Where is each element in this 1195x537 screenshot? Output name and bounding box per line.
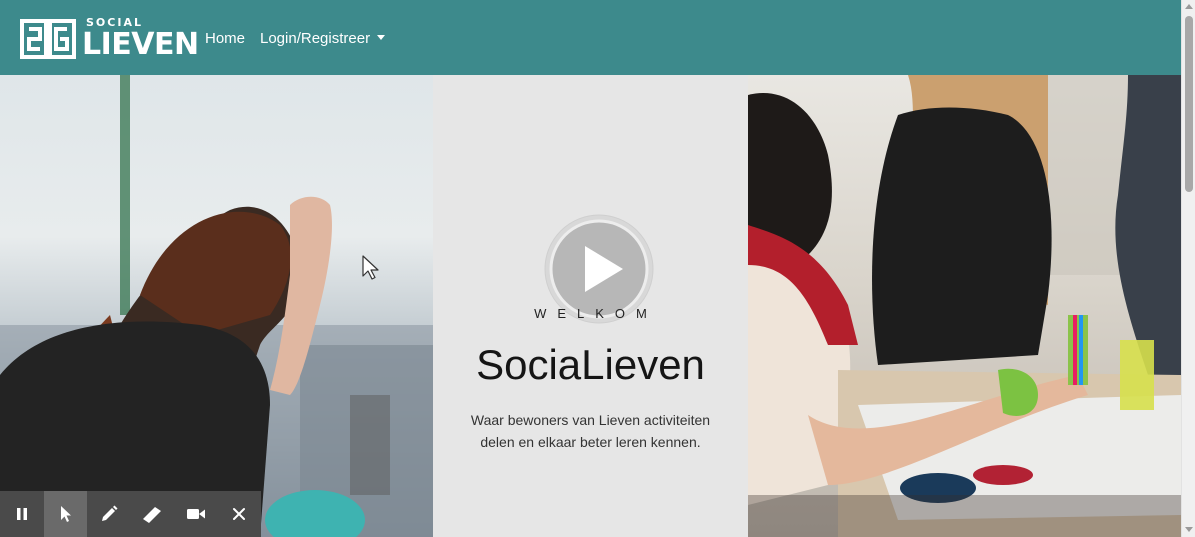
video-camera-icon xyxy=(186,509,205,519)
hero-subtitle: Waar bewoners van Lieven activiteiten de… xyxy=(453,409,728,453)
caret-down-icon xyxy=(377,35,386,40)
highlighter-icon xyxy=(143,507,162,523)
pause-button[interactable] xyxy=(0,491,44,537)
close-toolbar-button[interactable] xyxy=(218,491,262,537)
pen-icon xyxy=(101,505,118,521)
nav-login-dropdown[interactable]: Login/Registreer xyxy=(260,30,386,47)
hero-subtitle-line-2: delen en elkaar beter leren kennen. xyxy=(480,434,701,450)
hero-photo-left xyxy=(0,75,433,537)
highlighter-button[interactable] xyxy=(131,491,175,537)
hero-title: SociaLieven xyxy=(476,341,705,388)
nav-home-link[interactable]: Home xyxy=(205,30,245,47)
nav-login-label: Login/Registreer xyxy=(260,30,371,47)
mouse-cursor-icon xyxy=(362,255,379,280)
video-camera-button[interactable] xyxy=(174,491,218,537)
brand-lieven-text: LIEVEN xyxy=(82,27,199,62)
logo-mark-icon xyxy=(20,19,76,59)
hero-eyebrow: WELKOM xyxy=(534,306,658,321)
brand-logo[interactable]: SOCIAL LIEVEN xyxy=(20,14,199,62)
pause-icon xyxy=(16,508,27,520)
page-scrollbar[interactable] xyxy=(1181,0,1195,537)
hero-center: WELKOM SociaLieven Waar bewoners van Lie… xyxy=(433,75,748,537)
pointer-button[interactable] xyxy=(43,491,87,537)
hero-photo-right xyxy=(748,75,1181,537)
scroll-down-arrow-icon[interactable] xyxy=(1185,527,1193,532)
scroll-thumb[interactable] xyxy=(1185,16,1193,192)
group-activity-photo xyxy=(748,75,1181,537)
pen-button[interactable] xyxy=(87,491,131,537)
navbar: SOCIAL LIEVEN Home Login/Registreer xyxy=(0,0,1181,75)
concert-woman-photo xyxy=(0,75,433,537)
hero-subtitle-line-1: Waar bewoners van Lieven activiteiten xyxy=(470,412,711,428)
scroll-up-arrow-icon[interactable] xyxy=(1185,4,1193,9)
close-icon xyxy=(233,508,246,520)
annotation-toolbar xyxy=(0,491,261,537)
pointer-icon xyxy=(61,506,72,522)
